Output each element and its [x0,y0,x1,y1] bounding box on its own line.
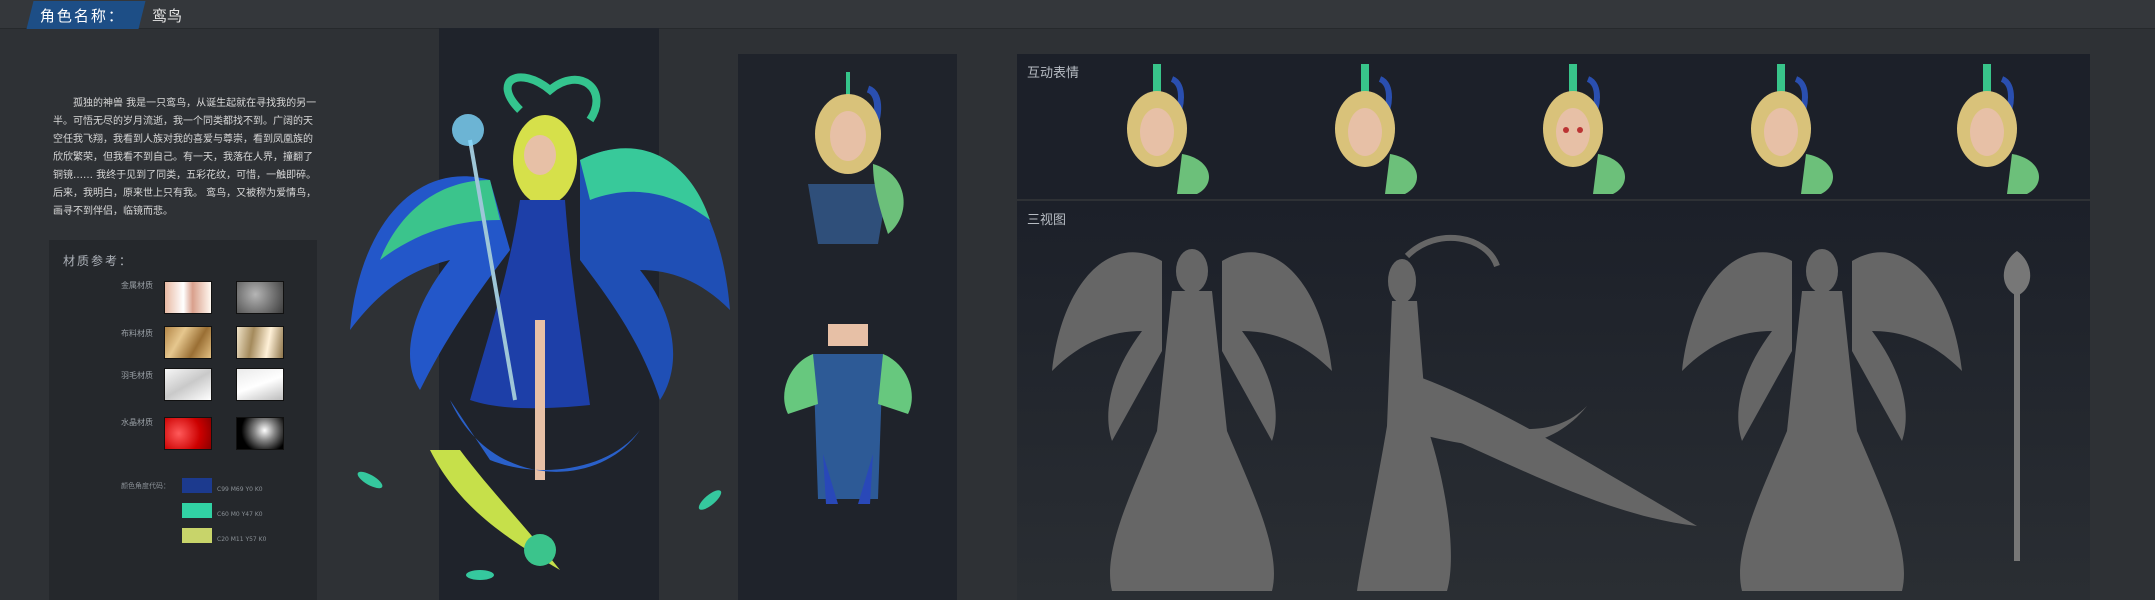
feather-swatch-2 [236,368,284,401]
emote-5 [1957,64,2039,194]
feather-3 [466,570,494,580]
staff-silhouette [2003,251,2031,561]
front-view-silhouette [1052,249,1332,591]
head-crest [503,73,601,123]
face [524,135,556,175]
material-label-crystal: 水晶材质 [121,418,153,427]
color-code-teal: C60 M0 Y47 K0 [217,511,263,518]
color-chip-teal [182,503,212,518]
staff-orb [452,114,484,146]
back-costume-sketch [784,324,912,504]
back-view-silhouette [1682,249,1962,591]
crystal-swatch-1 [164,417,212,450]
top-bar: 角色名称： 鸾鸟 [0,0,2155,29]
color-code-lime: C20 M11 Y57 K0 [217,536,267,543]
emotes-label: 互动表情 [1027,66,1080,81]
cloth-swatch-1 [164,326,212,359]
color-code-label: 颜色角度代码： [121,482,170,490]
material-label-cloth: 布料材质 [121,329,153,338]
three-view-label: 三视图 [1027,213,1067,228]
material-label-metal: 金属材质 [121,281,153,290]
color-chip-blue [182,478,212,493]
three-view-panel: 三视图 [1017,201,2090,600]
design-detail-panel [738,54,957,600]
color-code-blue: C99 M69 Y0 K0 [217,486,263,493]
material-label-feather: 羽毛材质 [121,371,153,380]
color-chip-lime [182,528,212,543]
feather-swatch-1 [164,368,212,401]
main-character-art [350,73,730,580]
emote-1 [1127,64,1209,194]
name-label: 角色名称： [39,7,125,25]
bust-sketch [808,72,904,244]
character-name: 鸾鸟 [152,7,183,25]
peacock-eye [524,534,556,566]
emote-2 [1335,64,1417,194]
emote-3 [1543,64,1625,194]
feather-1 [357,471,383,489]
material-title: 材质参考： [63,254,134,268]
character-story: 孤独的神兽 我是一只鸾鸟，从诞生起就在寻找我的另一半。可悟无尽的岁月流逝，我一个… [53,98,317,217]
leg [535,320,545,480]
metal-swatch-1 [164,281,212,314]
emotes-panel: 互动表情 [1017,54,2090,199]
feather-2 [698,490,722,510]
material-panel: 材质参考： 金属材质 布料材质 羽毛材质 水晶材质 颜色角度代码： C99 M6… [49,240,317,600]
side-view-silhouette [1357,234,1697,591]
name-tag: 角色名称： [26,1,146,29]
crystal-swatch-2 [236,417,284,450]
metal-swatch-2 [236,281,284,314]
emote-4 [1751,64,1833,194]
cloth-swatch-2 [236,326,284,359]
